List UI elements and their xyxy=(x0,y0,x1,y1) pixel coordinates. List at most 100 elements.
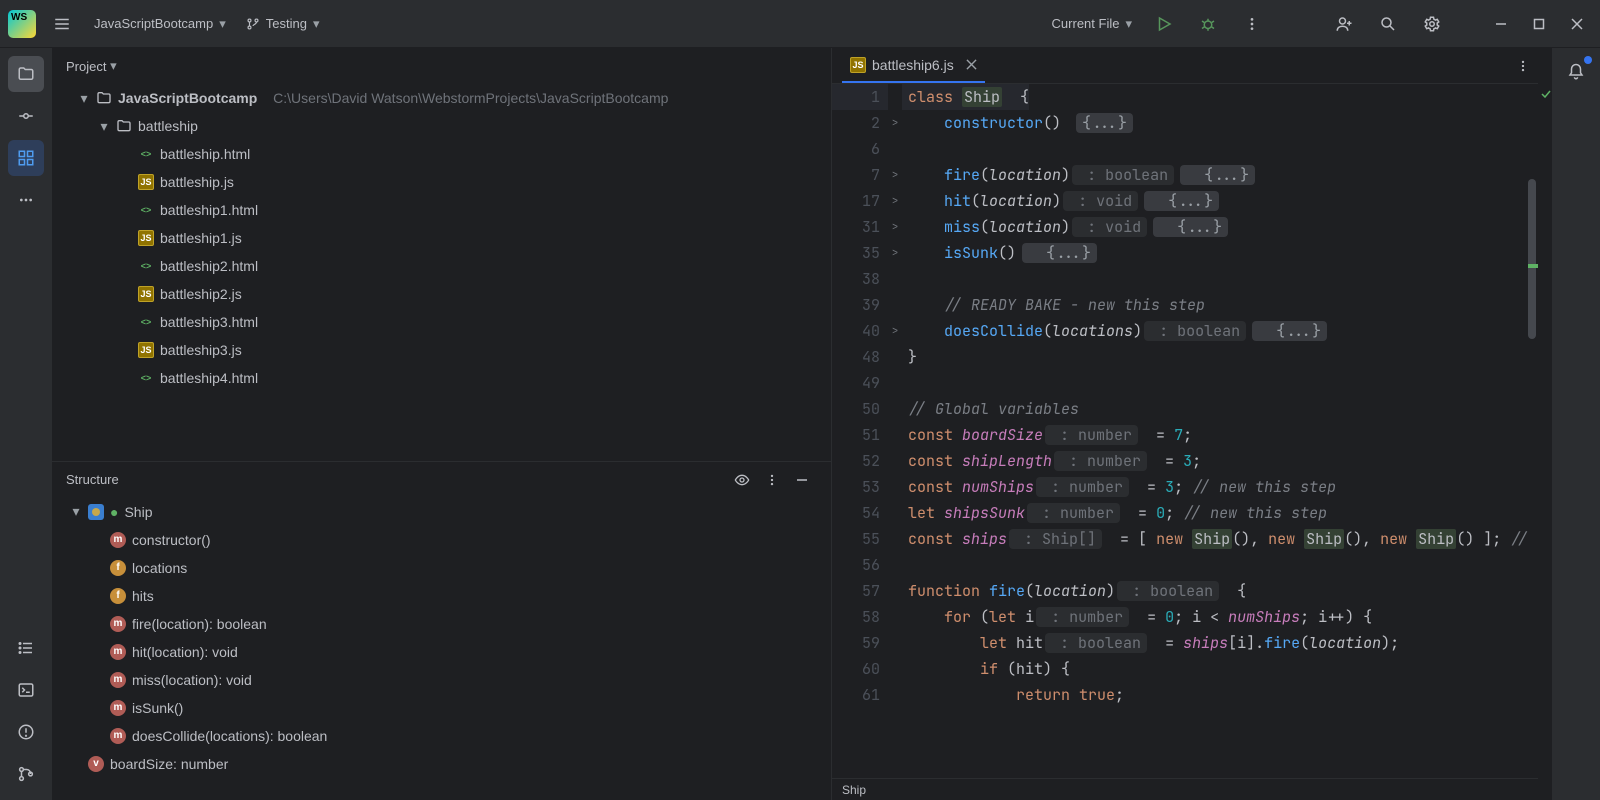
kebab-icon xyxy=(1244,16,1260,32)
code-line[interactable]: 1class Ship { xyxy=(832,84,1538,110)
inspection-ok-icon[interactable] xyxy=(1540,88,1552,100)
more-actions-button[interactable] xyxy=(1234,6,1270,42)
search-everywhere-button[interactable] xyxy=(1370,6,1406,42)
code-line[interactable]: 38 xyxy=(832,266,1538,292)
scrollbar-thumb[interactable] xyxy=(1528,179,1536,339)
eye-icon xyxy=(734,472,750,488)
code-line[interactable]: 60 if (hit) { xyxy=(832,656,1538,682)
structure-class[interactable]: ▾ ● Ship xyxy=(52,498,831,526)
structure-view-options[interactable] xyxy=(727,465,757,495)
git-branch-selector[interactable]: Testing ▾ xyxy=(240,16,326,32)
project-file[interactable]: <>battleship2.html xyxy=(52,252,831,280)
list-icon xyxy=(17,639,35,657)
code-content: function fire(location) : boolean { xyxy=(902,578,1246,604)
code-line[interactable]: 6 xyxy=(832,136,1538,162)
project-file[interactable]: JSbattleship3.js xyxy=(52,336,831,364)
structure-hide-button[interactable] xyxy=(787,465,817,495)
structure-member[interactable]: mfire(location): boolean xyxy=(52,610,831,638)
project-file[interactable]: <>battleship3.html xyxy=(52,308,831,336)
debug-button[interactable] xyxy=(1190,6,1226,42)
more-tools-button[interactable] xyxy=(8,182,44,218)
fold-toggle[interactable]: > xyxy=(888,214,902,240)
vcs-tool-button[interactable] xyxy=(8,756,44,792)
structure-member[interactable]: fhits xyxy=(52,582,831,610)
editor-marker xyxy=(1528,264,1538,268)
structure-global[interactable]: v boardSize: number xyxy=(52,750,831,778)
project-file[interactable]: JSbattleship.js xyxy=(52,168,831,196)
notifications-button[interactable] xyxy=(1558,54,1594,90)
code-line[interactable]: 55const ships : Ship[] = [ new Ship(), n… xyxy=(832,526,1538,552)
line-number: 6 xyxy=(832,136,888,162)
project-root[interactable]: ▾ JavaScriptBootcamp C:\Users\David Wats… xyxy=(52,84,831,112)
main-menu-button[interactable] xyxy=(44,6,80,42)
chevron-down-icon[interactable]: ▾ xyxy=(106,58,116,74)
structure-more-button[interactable] xyxy=(757,465,787,495)
fold-toggle[interactable]: > xyxy=(888,188,902,214)
project-file[interactable]: JSbattleship2.js xyxy=(52,280,831,308)
code-line[interactable]: 54let shipsSunk : number = 0; // new thi… xyxy=(832,500,1538,526)
code-line[interactable]: 39 // READY BAKE - new this step xyxy=(832,292,1538,318)
code-line[interactable]: 52const shipLength : number = 3; xyxy=(832,448,1538,474)
window-close-button[interactable] xyxy=(1562,9,1592,39)
fold-toggle[interactable]: > xyxy=(888,318,902,344)
structure-member[interactable]: mconstructor() xyxy=(52,526,831,554)
code-line[interactable]: 59 let hit : boolean = ships[i].fire(loc… xyxy=(832,630,1538,656)
code-line[interactable]: 61 return true; xyxy=(832,682,1538,708)
structure-member[interactable]: mhit(location): void xyxy=(52,638,831,666)
code-line[interactable]: 17> hit(location) : void {...} xyxy=(832,188,1538,214)
fold-toggle[interactable]: > xyxy=(888,110,902,136)
code-line[interactable]: 51const boardSize : number = 7; xyxy=(832,422,1538,448)
problems-tool-button[interactable] xyxy=(8,714,44,750)
window-maximize-button[interactable] xyxy=(1524,9,1554,39)
project-tree[interactable]: ▾ JavaScriptBootcamp C:\Users\David Wats… xyxy=(52,84,831,398)
code-line[interactable]: 56 xyxy=(832,552,1538,578)
git-branch-icon xyxy=(246,17,260,31)
code-line[interactable]: 40> doesCollide(locations) : boolean {..… xyxy=(832,318,1538,344)
code-line[interactable]: 2> constructor() {...} xyxy=(832,110,1538,136)
line-number: 54 xyxy=(832,500,888,526)
file-name: battleship1.html xyxy=(160,202,258,218)
method-icon: m xyxy=(110,672,126,688)
code-line[interactable]: 35> isSunk() {...} xyxy=(832,240,1538,266)
code-line[interactable]: 48} xyxy=(832,344,1538,370)
run-button[interactable] xyxy=(1146,6,1182,42)
window-minimize-button[interactable] xyxy=(1486,9,1516,39)
code-line[interactable]: 49 xyxy=(832,370,1538,396)
fold-toggle[interactable]: > xyxy=(888,162,902,188)
project-folder[interactable]: ▾ battleship xyxy=(52,112,831,140)
project-tool-button[interactable] xyxy=(8,56,44,92)
project-file[interactable]: <>battleship.html xyxy=(52,140,831,168)
variable-icon: v xyxy=(88,756,104,772)
editor-tab[interactable]: JS battleship6.js xyxy=(842,49,985,83)
project-file[interactable]: JSbattleship1.js xyxy=(52,224,831,252)
editor-more-button[interactable] xyxy=(1508,51,1538,81)
code-line[interactable]: 53const numShips : number = 3; // new th… xyxy=(832,474,1538,500)
todo-tool-button[interactable] xyxy=(8,630,44,666)
code-line[interactable]: 57function fire(location) : boolean { xyxy=(832,578,1538,604)
code-line[interactable]: 7> fire(location) : boolean {...} xyxy=(832,162,1538,188)
code-editor[interactable]: 1class Ship {2> constructor() {...}67> f… xyxy=(832,84,1538,778)
code-line[interactable]: 31> miss(location) : void {...} xyxy=(832,214,1538,240)
run-config-selector[interactable]: Current File ▾ xyxy=(1046,16,1138,32)
settings-button[interactable] xyxy=(1414,6,1450,42)
structure-tree[interactable]: ▾ ● Ship mconstructor()flocationsfhitsmf… xyxy=(52,498,831,778)
fold-toggle[interactable]: > xyxy=(888,240,902,266)
structure-member[interactable]: misSunk() xyxy=(52,694,831,722)
structure-tool-button[interactable] xyxy=(8,140,44,176)
sidebar: Project ▾ ▾ JavaScriptBootcamp C:\Users\… xyxy=(52,48,832,800)
code-content: for (let i : number = 0; i < numShips; i… xyxy=(902,604,1372,630)
tab-close-button[interactable] xyxy=(960,59,977,70)
structure-member[interactable]: flocations xyxy=(52,554,831,582)
structure-member[interactable]: mmiss(location): void xyxy=(52,666,831,694)
commit-tool-button[interactable] xyxy=(8,98,44,134)
project-file[interactable]: <>battleship1.html xyxy=(52,196,831,224)
editor-breadcrumb[interactable]: Ship xyxy=(832,778,1538,800)
close-icon xyxy=(1571,18,1583,30)
project-selector[interactable]: JavaScriptBootcamp ▾ xyxy=(88,16,232,32)
code-line[interactable]: 50// Global variables xyxy=(832,396,1538,422)
code-line[interactable]: 58 for (let i : number = 0; i < numShips… xyxy=(832,604,1538,630)
terminal-tool-button[interactable] xyxy=(8,672,44,708)
code-with-me-button[interactable] xyxy=(1326,6,1362,42)
structure-member[interactable]: mdoesCollide(locations): boolean xyxy=(52,722,831,750)
project-file[interactable]: <>battleship4.html xyxy=(52,364,831,392)
